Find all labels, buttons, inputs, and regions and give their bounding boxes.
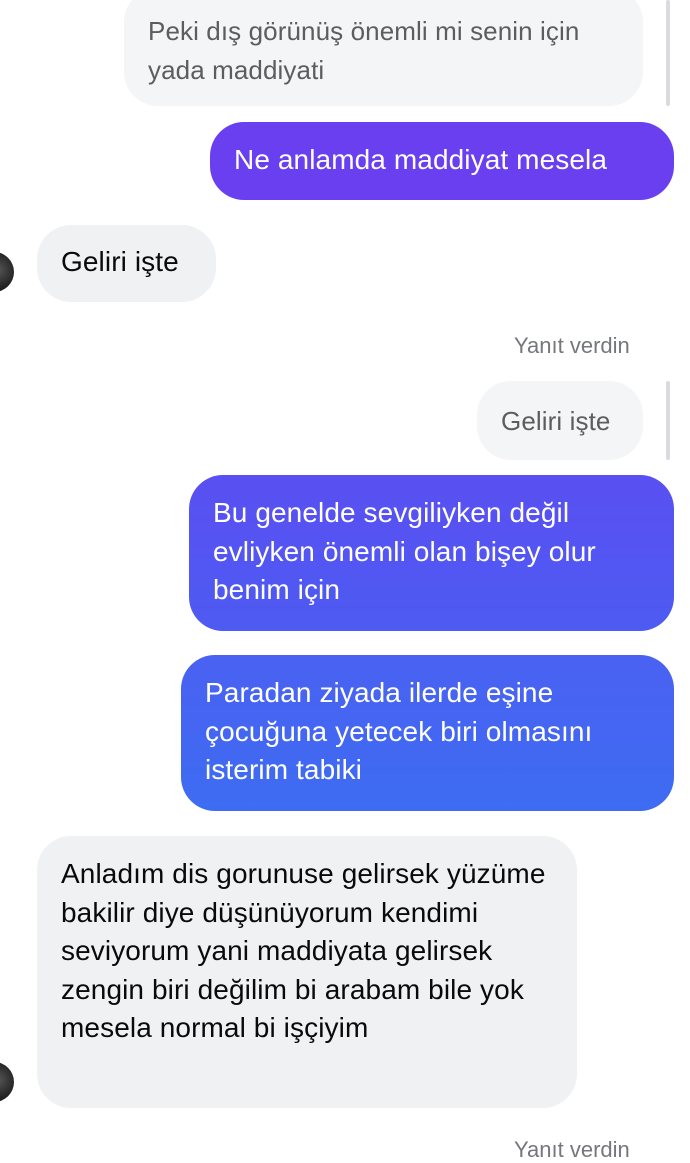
outgoing-message[interactable]: Bu genelde sevgiliyken değil evliyken ön… — [189, 475, 674, 631]
reply-indicator-bar — [666, 381, 670, 460]
message-text: Paradan ziyada ilerde eşine çocuğuna yet… — [205, 677, 593, 785]
incoming-message[interactable]: Geliri işte — [37, 225, 216, 302]
outgoing-message[interactable]: Ne anlamda maddiyat mesela — [210, 122, 674, 200]
contact-avatar[interactable] — [0, 252, 14, 292]
reply-quote-text: Geliri işte — [501, 406, 611, 436]
message-text: Bu genelde sevgiliyken değil evliyken ön… — [213, 497, 596, 605]
message-text: Geliri işte — [61, 246, 179, 277]
reply-quote-text: Peki dış görünüş önemli mi senin için ya… — [148, 16, 580, 85]
incoming-message[interactable]: Anladım dis gorunuse gelirsek yüzüme bak… — [37, 836, 577, 1108]
reply-quote-bubble[interactable]: Peki dış görünüş önemli mi senin için ya… — [124, 0, 643, 106]
replied-label: Yanıt verdin — [514, 333, 630, 358]
reply-indicator-bar — [666, 0, 670, 106]
reply-quote-bubble[interactable]: Geliri işte — [477, 381, 643, 460]
outgoing-message[interactable]: Paradan ziyada ilerde eşine çocuğuna yet… — [181, 655, 674, 811]
message-text: Ne anlamda maddiyat mesela — [234, 144, 608, 175]
contact-avatar[interactable] — [0, 1062, 14, 1102]
replied-label: Yanıt verdin — [514, 1137, 630, 1162]
message-text: Anladım dis gorunuse gelirsek yüzüme bak… — [61, 858, 546, 1043]
